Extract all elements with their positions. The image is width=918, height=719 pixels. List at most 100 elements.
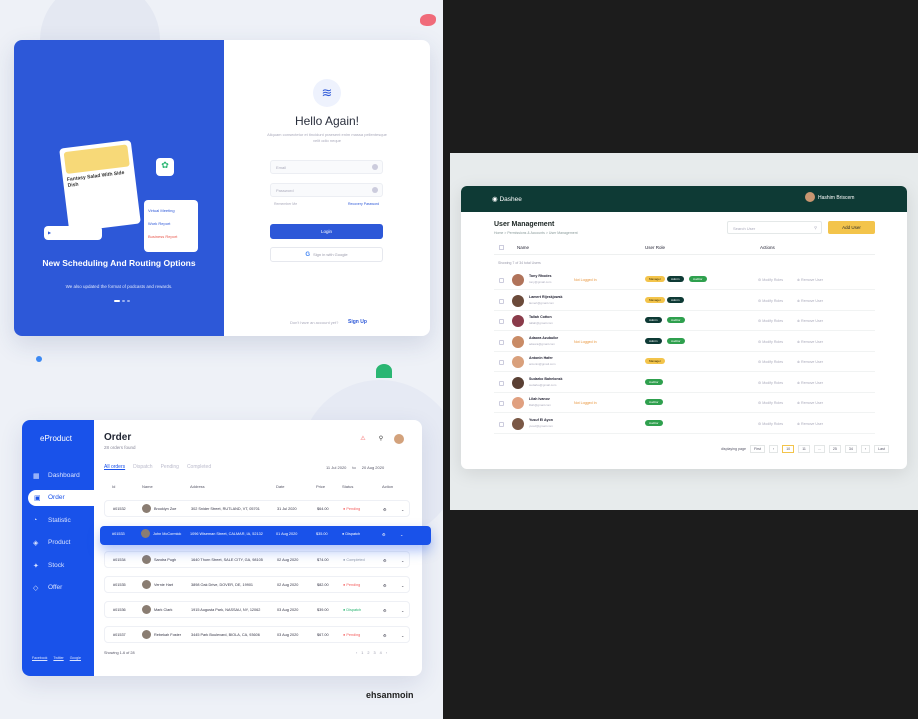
row-checkbox[interactable] (499, 339, 504, 345)
chevron-down-icon[interactable]: ⌄ (401, 507, 404, 512)
remove-user-button[interactable]: ⊗ Remove User (797, 381, 823, 385)
chevron-down-icon[interactable]: ⌄ (401, 633, 404, 638)
chevron-down-icon[interactable]: ⌄ (401, 608, 404, 613)
settings-icon[interactable]: ⚙ (382, 532, 385, 537)
password-field[interactable]: Password (270, 183, 383, 197)
chevron-down-icon[interactable]: ⌄ (400, 532, 403, 537)
page-25[interactable]: 25 (828, 445, 841, 453)
modify-roles-button[interactable]: ⚙ Modify Roles (758, 278, 783, 282)
next-page[interactable]: › (386, 651, 387, 655)
sidebar-item-stock[interactable]: ✦ Stock (22, 558, 94, 574)
col-price[interactable]: Price (316, 484, 325, 489)
sidebar-item-product[interactable]: ◈ Product (22, 535, 94, 551)
col-id[interactable]: Id (112, 484, 115, 489)
modify-roles-button[interactable]: ⚙ Modify Roles (758, 299, 783, 303)
signup-link[interactable]: Sign Up (348, 319, 367, 325)
modify-roles-button[interactable]: ⚙ Modify Roles (758, 319, 783, 323)
table-row[interactable]: #01536 Mark Clark 1915 Augusta Park, NASSA… (104, 601, 410, 618)
user-row[interactable]: Tony Rhodes tony@gmail.com Not Logged In Ma… (494, 270, 875, 290)
google-signin-button[interactable]: G Sign in with Google (270, 247, 383, 262)
row-checkbox[interactable] (499, 401, 504, 406)
user-row[interactable]: Adaora Azubuike adaora@gmail.com Not Logge… (494, 332, 875, 352)
table-row[interactable]: #01532 Brooklyn Zoe 302 Snider Street, RUT… (104, 500, 410, 517)
tab-completed[interactable]: Completed (187, 464, 211, 470)
table-row[interactable]: #01537 Rebekah Foster 3445 Park Boulevard,… (104, 626, 410, 643)
row-checkbox[interactable] (499, 360, 504, 365)
page-11[interactable]: 11 (798, 445, 810, 453)
first-page[interactable]: First (749, 445, 765, 453)
sidebar-item-statistic[interactable]: ◔ Statistic (22, 513, 94, 529)
remove-user-button[interactable]: ⊗ Remove User (797, 422, 823, 426)
page-10[interactable]: 10 (782, 445, 795, 453)
page-3[interactable]: 3 (374, 651, 376, 655)
remove-user-button[interactable]: ⊗ Remove User (797, 299, 823, 303)
next-page[interactable]: › (860, 445, 871, 453)
row-checkbox[interactable] (499, 319, 504, 324)
date-from[interactable]: 11 Jul 2020 (326, 465, 346, 470)
modify-roles-button[interactable]: ⚙ Modify Roles (758, 360, 783, 364)
settings-icon[interactable]: ⚙ (383, 558, 386, 563)
user-menu[interactable]: Hashim Briscem (805, 192, 854, 202)
login-button[interactable]: Login (270, 224, 383, 239)
modify-roles-button[interactable]: ⚙ Modify Roles (758, 381, 783, 385)
prev-page[interactable]: ‹ (356, 651, 357, 655)
chevron-down-icon[interactable]: ⌄ (401, 558, 404, 563)
modify-roles-button[interactable]: ⚙ Modify Roles (758, 340, 783, 344)
table-row[interactable]: #01533 John McCormick 1096 Wiseman Street,… (100, 526, 431, 545)
prev-page[interactable]: ‹ (768, 445, 779, 453)
col-action[interactable]: Action (382, 484, 393, 489)
chevron-down-icon[interactable]: ⌄ (401, 583, 404, 588)
email-field[interactable]: Email (270, 160, 383, 174)
tab-dispatch[interactable]: Dispatch (133, 464, 152, 470)
remember-me-checkbox[interactable]: Remember Me (274, 202, 297, 206)
page-4[interactable]: 4 (380, 651, 382, 655)
bell-icon[interactable]: ⚠ (358, 434, 368, 444)
search-icon[interactable]: ⚲ (376, 434, 386, 444)
user-row[interactable]: Tallah Cotton tallah@gmail.com Admin Audito… (494, 311, 875, 331)
google-link[interactable]: Google (70, 656, 81, 660)
last-page[interactable]: Last (874, 445, 889, 453)
page-34[interactable]: 34 (844, 445, 857, 453)
settings-icon[interactable]: ⚙ (383, 608, 386, 613)
remove-user-button[interactable]: ⊗ Remove User (797, 340, 823, 344)
user-row[interactable]: Yusuf El Ayon yusuf@gmail.com Auditor ⚙ Mod… (494, 414, 875, 434)
remove-user-button[interactable]: ⊗ Remove User (797, 319, 823, 323)
twitter-link[interactable]: Twitter (53, 656, 63, 660)
sidebar-item-offer[interactable]: ◇ Offer (22, 580, 94, 596)
col-status[interactable]: Status (342, 484, 353, 489)
row-checkbox[interactable] (499, 298, 504, 304)
date-to[interactable]: 20 Aug 2020 (362, 465, 384, 470)
settings-icon[interactable]: ⚙ (383, 507, 386, 512)
carousel-dots[interactable] (114, 300, 130, 302)
add-user-button[interactable]: Add User (828, 221, 875, 234)
avatar[interactable] (394, 434, 404, 444)
col-address[interactable]: Address (190, 484, 205, 489)
page-2[interactable]: 2 (367, 651, 369, 655)
modify-roles-button[interactable]: ⚙ Modify Roles (758, 401, 783, 405)
table-row[interactable]: #01534 Sandra Pugh 1640 Thorn Street, SALE… (104, 551, 410, 568)
sidebar-item-dashboard[interactable]: ▦ Dashboard (22, 468, 94, 484)
settings-icon[interactable]: ⚙ (383, 633, 386, 638)
sidebar-item-order[interactable]: ▣ Order (28, 490, 100, 506)
remove-user-button[interactable]: ⊗ Remove User (797, 360, 823, 364)
select-all-checkbox[interactable] (499, 245, 504, 250)
row-checkbox[interactable] (499, 380, 504, 386)
remove-user-button[interactable]: ⊗ Remove User (797, 401, 823, 405)
col-name[interactable]: Name (142, 484, 153, 489)
user-row[interactable]: Lamert Rijeskjowsk lamert@gmail.com Manage… (494, 291, 875, 311)
remove-user-button[interactable]: ⊗ Remove User (797, 278, 823, 282)
tab-pending[interactable]: Pending (161, 464, 179, 470)
tab-all-orders[interactable]: All orders (104, 464, 125, 470)
search-input[interactable]: Search User ⚲ (727, 221, 822, 234)
row-checkbox[interactable] (499, 278, 504, 283)
recover-password-link[interactable]: Recovery Password (348, 202, 379, 206)
table-row[interactable]: #01535 Vernie Hart 3898 Oak Drive, DOVER, … (104, 576, 410, 593)
settings-icon[interactable]: ⚙ (383, 583, 386, 588)
row-checkbox[interactable] (499, 421, 504, 427)
col-date[interactable]: Date (276, 484, 284, 489)
facebook-link[interactable]: Facebook (32, 656, 47, 660)
user-row[interactable]: Antonin Hafer antonin@gmail.com Manager ⚙ M… (494, 352, 875, 372)
modify-roles-button[interactable]: ⚙ Modify Roles (758, 422, 783, 426)
user-row[interactable]: Lilah Ivanov lilah@gmail.com Not Logged In… (494, 393, 875, 413)
user-row[interactable]: Sudarko Bahelonsk sudarko@gmail.com Audito… (494, 373, 875, 393)
